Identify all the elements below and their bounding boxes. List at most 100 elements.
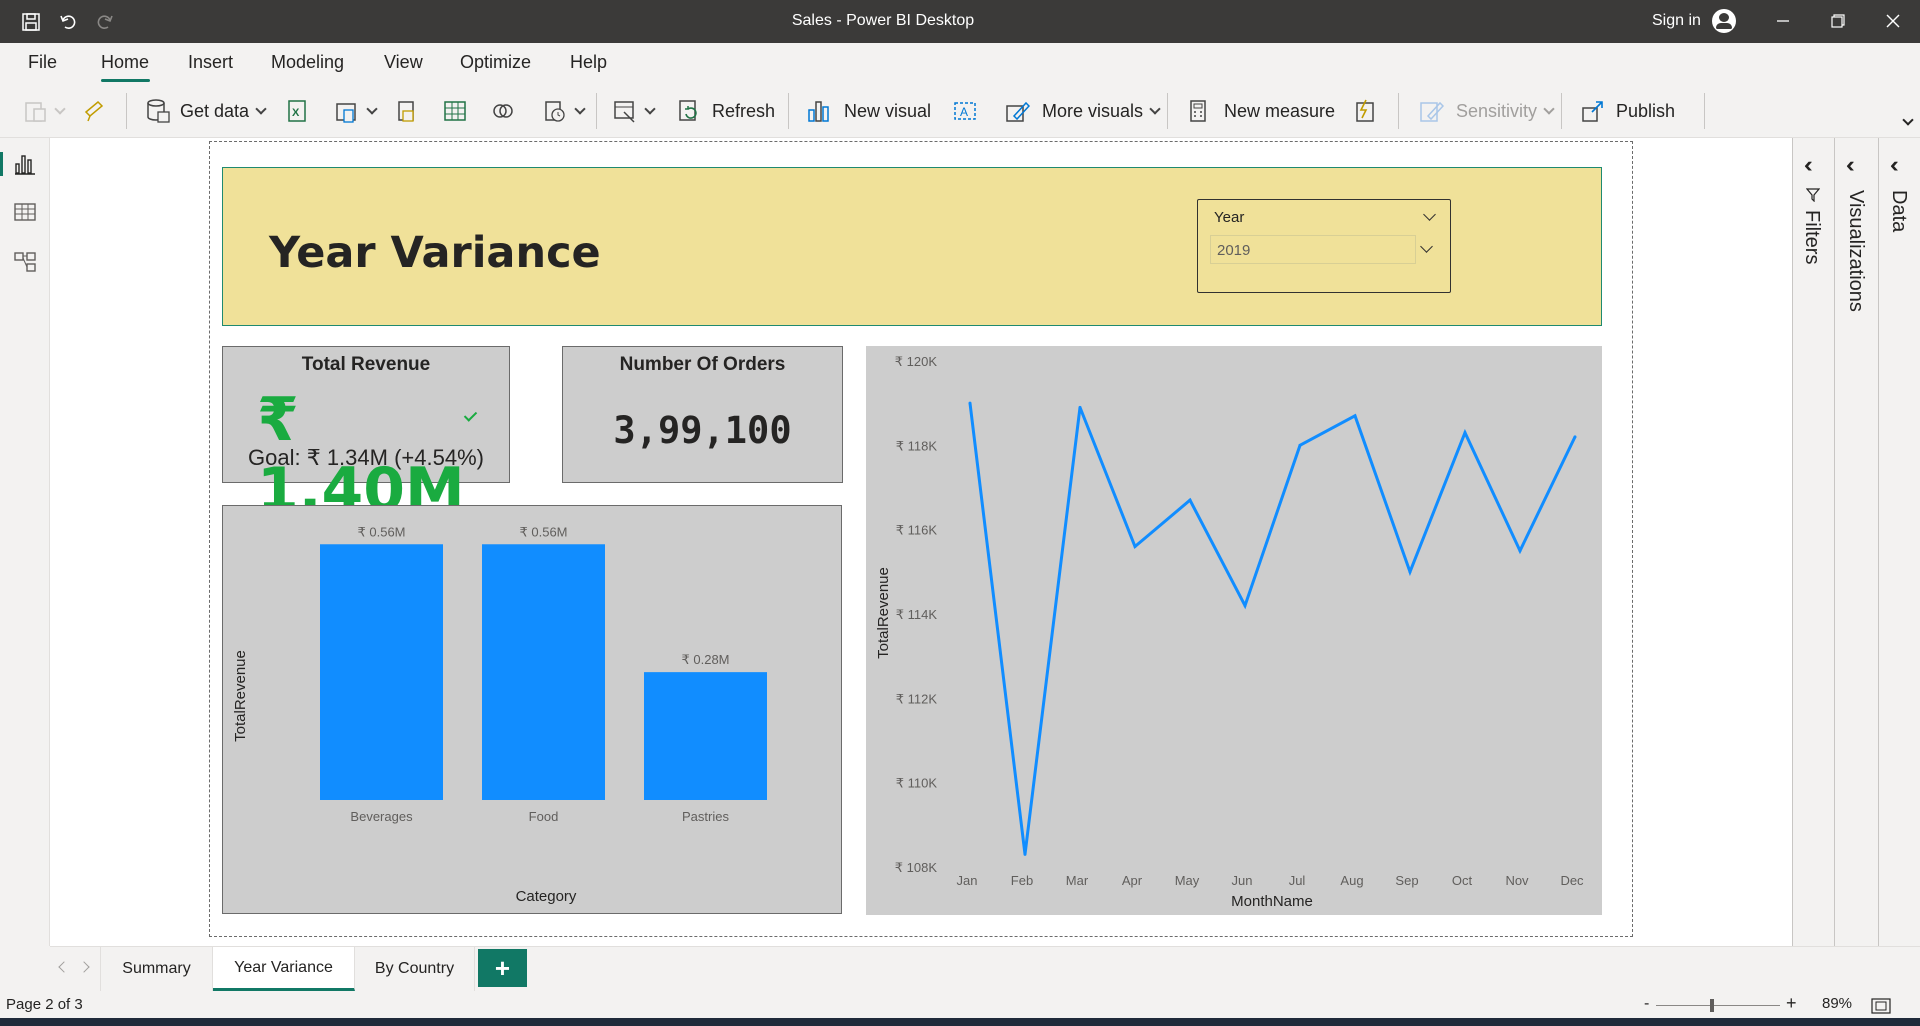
year-slicer[interactable]: Year 2019 xyxy=(1197,199,1451,293)
line-y-tick-label: ₹ 110K xyxy=(896,776,938,791)
bar-y-axis-title: TotalRevenue xyxy=(232,650,249,742)
more-visuals-label: More visuals xyxy=(1042,100,1144,121)
line-x-tick-label: Sep xyxy=(1395,873,1418,888)
line-data-point xyxy=(1573,435,1577,439)
number-of-orders-card[interactable]: Number Of Orders 3,99,100 xyxy=(562,346,843,483)
expand-visualizations-icon[interactable]: ‹‹ xyxy=(1846,152,1854,178)
menu-help[interactable]: Help xyxy=(570,52,607,73)
onelake-hub-button[interactable] xyxy=(334,95,378,127)
more-visuals-icon xyxy=(1006,101,1030,122)
more-visuals-button[interactable]: More visuals xyxy=(1004,95,1161,127)
recent-sources-button[interactable] xyxy=(542,95,586,127)
refresh-button[interactable]: Refresh xyxy=(676,95,775,127)
format-painter-button[interactable] xyxy=(82,95,108,127)
line-y-tick-label: ₹ 120K xyxy=(895,354,938,369)
revenue-by-month-chart[interactable]: ₹ 108K ₹ 110K ₹ 112K ₹ 114K ₹ 116K ₹ 118K ₹ 12… xyxy=(866,346,1602,915)
fit-to-page-icon[interactable] xyxy=(1871,998,1891,1014)
line-data-point xyxy=(1243,604,1247,608)
data-pane[interactable]: ‹‹ Data xyxy=(1878,138,1920,946)
bar-mark xyxy=(482,544,605,800)
expand-data-icon[interactable]: ‹‹ xyxy=(1890,152,1898,178)
expand-filters-icon[interactable]: ‹‹ xyxy=(1804,152,1812,178)
menu-view[interactable]: View xyxy=(384,52,423,73)
get-data-button[interactable]: Get data xyxy=(144,95,267,127)
chevron-down-icon[interactable] xyxy=(1423,208,1436,221)
title-bar: Sales - Power BI Desktop Sign in xyxy=(0,0,1920,43)
scroll-tabs-right-icon[interactable] xyxy=(78,961,90,973)
close-button[interactable] xyxy=(1870,6,1916,36)
quick-measure-button[interactable] xyxy=(1352,95,1378,127)
dataflows-button[interactable] xyxy=(490,95,516,127)
menu-home[interactable]: Home xyxy=(101,52,149,73)
database-icon xyxy=(147,99,170,123)
model-view-icon[interactable] xyxy=(13,250,37,274)
zoom-slider-track[interactable] xyxy=(1656,1005,1780,1006)
table-view-icon[interactable] xyxy=(13,200,37,224)
zoom-slider-thumb[interactable] xyxy=(1710,999,1714,1012)
line-x-tick-label: May xyxy=(1175,873,1200,888)
dataverse-button[interactable] xyxy=(394,95,420,127)
publish-button[interactable]: Publish xyxy=(1580,95,1675,127)
total-revenue-kpi[interactable]: Total Revenue ₹ 1.40M Goal: ₹ 1.34M (+4.… xyxy=(222,346,510,525)
bar-mark xyxy=(644,672,767,800)
paste-button[interactable] xyxy=(22,95,66,127)
page-indicator: Page 2 of 3 xyxy=(6,996,83,1013)
revenue-by-category-chart[interactable]: ₹ 0.56M Beverages ₹ 0.56M Food ₹ 0.28M Pastri… xyxy=(222,505,842,914)
tab-year-variance[interactable]: Year Variance xyxy=(213,947,355,991)
view-switcher-rail xyxy=(0,138,50,946)
menu-optimize[interactable]: Optimize xyxy=(460,52,531,73)
line-data-point xyxy=(1023,852,1027,856)
report-view-icon[interactable] xyxy=(13,152,37,176)
sign-in-link[interactable]: Sign in xyxy=(1652,12,1701,30)
zoom-out-button[interactable]: - xyxy=(1644,995,1649,1013)
document-icon xyxy=(398,101,414,122)
visualizations-pane[interactable]: ‹‹ Visualizations xyxy=(1834,138,1878,946)
ribbon-separator xyxy=(1704,93,1705,129)
zoom-in-button[interactable]: + xyxy=(1786,993,1797,1014)
sensitivity-button[interactable]: Sensitivity xyxy=(1418,95,1555,127)
kpi-goal: Goal: ₹ 1.34M (+4.54%) xyxy=(248,445,484,470)
enter-data-button[interactable] xyxy=(442,95,468,127)
menu-insert[interactable]: Insert xyxy=(188,52,233,73)
line-data-point xyxy=(1078,405,1082,409)
line-x-tick-label: Aug xyxy=(1340,873,1363,888)
excel-button[interactable]: X xyxy=(284,95,310,127)
excel-icon: X xyxy=(288,100,306,122)
line-x-tick-label: Jun xyxy=(1232,873,1253,888)
revenue-series-line xyxy=(968,402,1577,855)
transform-icon xyxy=(614,101,635,123)
new-measure-button[interactable]: New measure xyxy=(1186,95,1335,127)
minimize-button[interactable] xyxy=(1760,6,1806,36)
get-data-label: Get data xyxy=(180,100,250,121)
text-box-icon: A xyxy=(954,102,976,120)
slicer-dropdown[interactable]: 2019 xyxy=(1210,235,1416,264)
ribbon-separator xyxy=(126,93,127,129)
line-x-tick-label: Oct xyxy=(1452,873,1473,888)
line-data-point xyxy=(968,401,972,405)
kpi-title: Total Revenue xyxy=(301,354,431,375)
bar-mark xyxy=(320,544,443,800)
collapse-ribbon-icon[interactable] xyxy=(1902,114,1914,126)
chevron-down-icon[interactable] xyxy=(1420,240,1433,253)
menu-file[interactable]: File xyxy=(28,52,57,73)
zoom-level[interactable]: 89% xyxy=(1822,995,1852,1012)
tab-by-country[interactable]: By Country xyxy=(355,947,475,991)
clipboard-icon xyxy=(25,102,46,122)
tab-summary[interactable]: Summary xyxy=(100,947,213,991)
scroll-tabs-left-icon[interactable] xyxy=(58,961,70,973)
bar-chart-icon xyxy=(808,101,829,122)
bar-x-tick-label: Beverages xyxy=(350,809,413,824)
text-box-button[interactable]: A xyxy=(952,95,978,127)
ribbon-separator xyxy=(788,93,789,129)
add-page-button[interactable]: + xyxy=(478,949,527,987)
new-visual-button[interactable]: New visual xyxy=(806,95,931,127)
line-data-point xyxy=(1353,414,1357,418)
account-avatar-icon[interactable] xyxy=(1712,9,1736,33)
filters-pane[interactable]: ‹‹ Filters xyxy=(1792,138,1834,946)
transform-data-button[interactable] xyxy=(612,95,656,127)
active-menu-underline xyxy=(101,79,150,82)
restore-button[interactable] xyxy=(1815,6,1861,36)
menu-modeling[interactable]: Modeling xyxy=(271,52,344,73)
refresh-label: Refresh xyxy=(712,100,776,121)
line-y-axis-title: TotalRevenue xyxy=(875,567,892,659)
